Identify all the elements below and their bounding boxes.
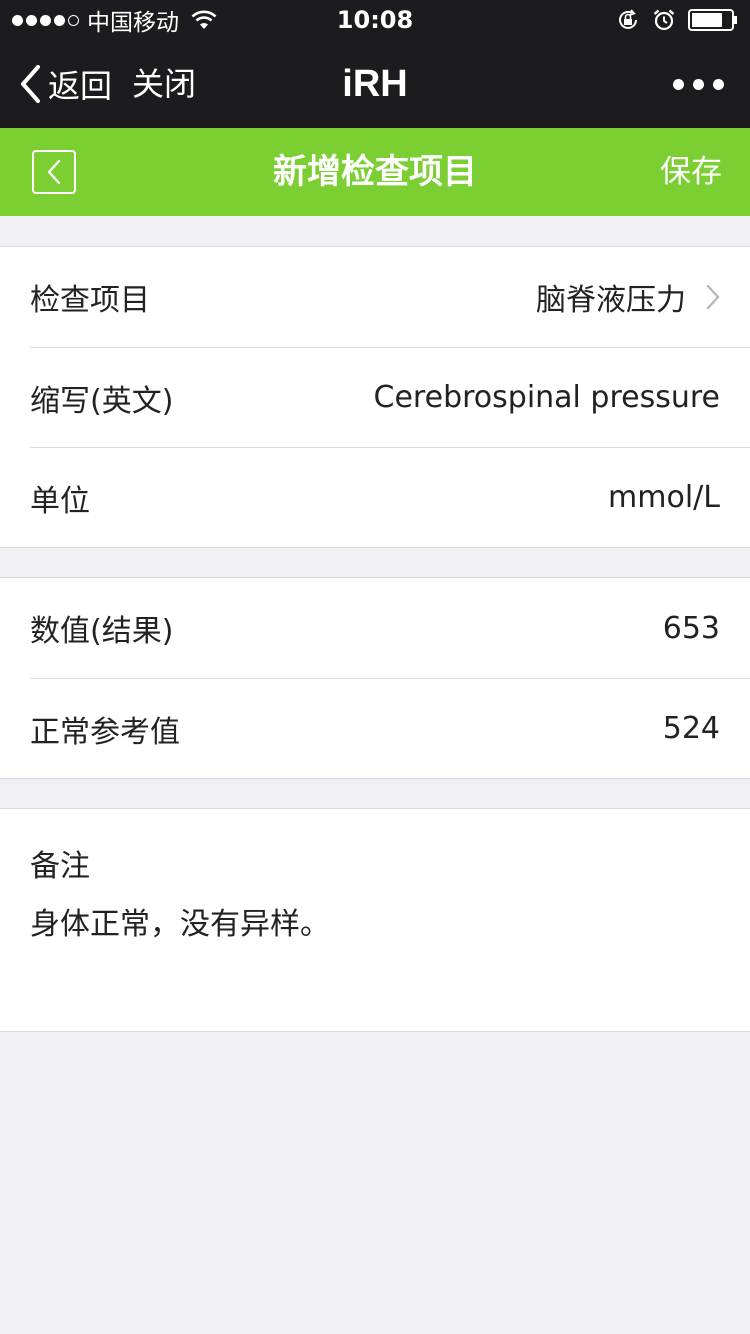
form-group-item-info: 检查项目 脑脊液压力 缩写(英文) Cerebrospinal pressure…: [0, 246, 750, 548]
rotation-lock-icon: [619, 9, 637, 29]
status-bar: 中国移动 10:08: [0, 0, 750, 40]
result-value: 653: [662, 610, 720, 646]
abbreviation-row[interactable]: 缩写(英文) Cerebrospinal pressure: [30, 347, 750, 447]
nav-title: iRH: [342, 63, 408, 105]
notes-text[interactable]: 身体正常，没有异样。: [30, 899, 330, 943]
more-dot: [693, 78, 704, 90]
unit-row[interactable]: 单位 mmol/L: [30, 447, 750, 547]
item-value-wrap: 脑脊液压力: [536, 275, 720, 319]
nav-bar: 返回 关闭 iRH: [0, 40, 750, 128]
page-title: 新增检查项目: [273, 152, 477, 192]
reference-value: 524: [662, 711, 720, 746]
abbreviation-label: 缩写(英文): [30, 383, 174, 419]
reference-label: 正常参考值: [30, 714, 180, 750]
status-right: [616, 0, 738, 40]
result-label: 数值(结果): [30, 614, 174, 649]
more-dot: [713, 78, 724, 90]
result-row[interactable]: 数值(结果) 653: [30, 578, 750, 678]
alarm-icon: [653, 9, 675, 31]
battery-icon: [688, 9, 737, 31]
item-label: 检查项目: [30, 283, 150, 318]
unit-value: mmol/L: [608, 480, 720, 515]
chevron-right-icon: [706, 284, 720, 310]
notes-section[interactable]: 备注 身体正常，没有异样。: [0, 808, 750, 1032]
abbreviation-value: Cerebrospinal pressure: [373, 380, 720, 415]
unit-label: 单位: [30, 483, 90, 519]
form-group-values: 数值(结果) 653 正常参考值 524: [0, 577, 750, 779]
item-select-row[interactable]: 检查项目 脑脊液压力: [30, 247, 750, 347]
more-dots-icon[interactable]: [673, 40, 724, 128]
notes-label: 备注: [30, 849, 90, 884]
page-header: 新增检查项目 保存: [0, 128, 750, 216]
item-value: 脑脊液压力: [536, 283, 686, 318]
save-button[interactable]: 保存: [660, 128, 722, 216]
reference-row[interactable]: 正常参考值 524: [30, 678, 750, 778]
more-dot: [673, 78, 684, 90]
